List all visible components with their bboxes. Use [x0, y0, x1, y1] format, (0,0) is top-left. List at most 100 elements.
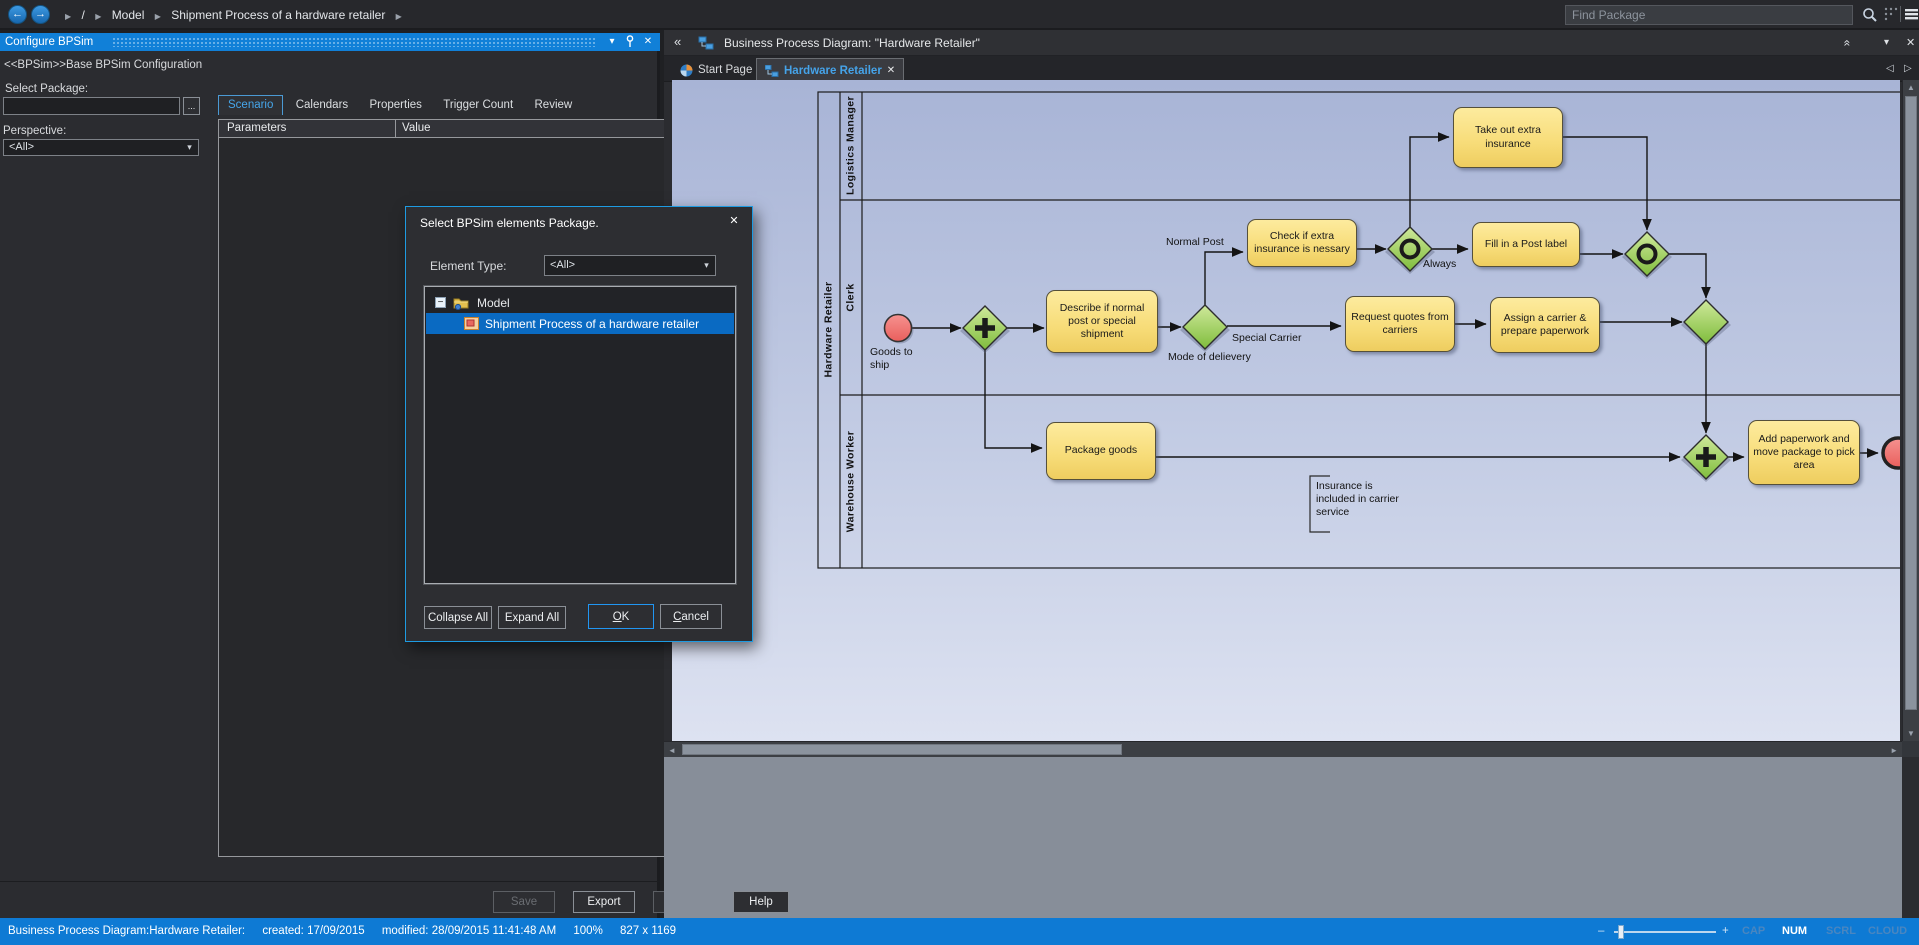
- tab-scroll-right-icon[interactable]: ▷: [1904, 63, 1912, 74]
- forward-button[interactable]: →: [31, 5, 50, 24]
- cancel-button[interactable]: Cancel: [660, 604, 722, 629]
- scroll-up-icon[interactable]: ▲: [1903, 83, 1919, 92]
- gateway-exclusive-merge[interactable]: [1684, 300, 1728, 344]
- toggle-num-lock[interactable]: NUM: [1782, 918, 1807, 945]
- tab-scroll-left-icon[interactable]: ◁: [1886, 63, 1894, 74]
- task-describe-shipment[interactable]: Describe if normal post or special shipm…: [1046, 290, 1158, 353]
- ok-button[interactable]: OK: [588, 604, 654, 629]
- tab-properties[interactable]: Properties: [361, 96, 431, 115]
- header-dropdown-icon[interactable]: ▾: [1884, 37, 1889, 48]
- column-value[interactable]: Value: [395, 120, 431, 137]
- horizontal-scroll-thumb[interactable]: [682, 744, 1122, 755]
- breadcrumb-sep-icon: ▶: [65, 12, 71, 21]
- breadcrumb-item-model[interactable]: Model: [112, 8, 145, 22]
- task-package-goods[interactable]: Package goods: [1046, 422, 1156, 480]
- breadcrumb-sep-icon: ▶: [396, 12, 402, 21]
- tab-close-icon[interactable]: ✕: [887, 65, 895, 76]
- save-button[interactable]: Save: [493, 891, 555, 913]
- scroll-left-icon[interactable]: ◄: [668, 746, 676, 755]
- task-add-paperwork[interactable]: Add paperwork and move package to pick a…: [1748, 420, 1860, 485]
- close-icon[interactable]: ✕: [640, 35, 656, 49]
- task-take-out-insurance[interactable]: Take out extra insurance: [1453, 107, 1563, 168]
- scroll-down-icon[interactable]: ▼: [1903, 729, 1919, 738]
- tree-item-shipment-process[interactable]: Shipment Process of a hardware retailer: [426, 313, 734, 334]
- breadcrumb-item-package[interactable]: Shipment Process of a hardware retailer: [171, 8, 385, 22]
- tab-review[interactable]: Review: [526, 96, 582, 115]
- bpsim-stereotype: <<BPSim>>Base BPSim Configuration: [4, 59, 202, 71]
- diagram-tabbar: Start Page Hardware Retailer ✕ ◁ ▷: [664, 56, 1919, 82]
- breadcrumb: ▶ / ▶ Model ▶ Shipment Process of a hard…: [58, 8, 409, 22]
- zoom-slider-thumb[interactable]: [1618, 925, 1624, 939]
- tree-item-label: Model: [477, 296, 510, 310]
- header-close-icon[interactable]: ✕: [1906, 36, 1915, 49]
- scroll-right-icon[interactable]: ►: [1890, 746, 1898, 755]
- find-package-input[interactable]: [1565, 5, 1853, 25]
- task-check-insurance[interactable]: Check if extra insurance is nessary: [1247, 219, 1357, 267]
- search-icon[interactable]: [1862, 7, 1878, 23]
- tab-scenario[interactable]: Scenario: [218, 95, 283, 115]
- breadcrumb-sep-icon: ▶: [95, 12, 101, 21]
- zoom-out-icon[interactable]: –: [1598, 918, 1604, 945]
- menu-hamburger-icon[interactable]: [1905, 7, 1919, 21]
- zoom-slider-track[interactable]: [1614, 931, 1716, 933]
- start-event-goods-to-ship[interactable]: [885, 315, 912, 342]
- tab-calendars[interactable]: Calendars: [287, 96, 357, 115]
- breadcrumb-root[interactable]: /: [82, 8, 85, 22]
- gateway-inclusive-merge[interactable]: [1625, 232, 1669, 276]
- start-page-icon: [680, 64, 693, 77]
- browse-package-button[interactable]: ...: [183, 97, 200, 115]
- bpmn-diagram-icon: [464, 317, 479, 330]
- horizontal-scrollbar[interactable]: ◄ ►: [664, 741, 1902, 757]
- tab-start-page[interactable]: Start Page: [672, 58, 760, 82]
- task-fill-post-label[interactable]: Fill in a Post label: [1472, 222, 1580, 267]
- export-button[interactable]: Export: [573, 891, 635, 913]
- window-dropdown-icon[interactable]: ▾: [604, 35, 620, 49]
- diagram-canvas[interactable]: Hardware Retailer Logistics Manager Cler…: [672, 80, 1900, 741]
- select-package-label: Select Package:: [5, 83, 88, 95]
- zoom-in-icon[interactable]: +: [1722, 918, 1729, 945]
- help-button[interactable]: Help: [733, 891, 789, 913]
- gateway-mode-of-delivery[interactable]: [1183, 305, 1227, 349]
- footer-divider: [0, 881, 660, 882]
- task-assign-carrier[interactable]: Assign a carrier & prepare paperwork: [1490, 297, 1600, 353]
- expand-all-button[interactable]: Expand All: [498, 606, 566, 629]
- pool-label: Hardware Retailer: [823, 275, 836, 385]
- end-event[interactable]: [1883, 438, 1900, 468]
- collapse-all-button[interactable]: Collapse All: [424, 606, 492, 629]
- element-type-label: Element Type:: [430, 259, 507, 273]
- column-parameters[interactable]: Parameters: [219, 122, 286, 134]
- tree-item-model[interactable]: − Model: [426, 292, 734, 313]
- empty-dock-area: [664, 757, 1902, 918]
- element-type-value: <All>: [550, 259, 575, 271]
- perspective-select[interactable]: <All> ▾: [3, 139, 199, 156]
- pin-icon[interactable]: [622, 35, 638, 49]
- tree-item-label: Shipment Process of a hardware retailer: [485, 317, 699, 331]
- dialog-close-icon[interactable]: ✕: [726, 213, 742, 229]
- element-type-select[interactable]: <All> ▾: [544, 255, 716, 276]
- tab-trigger-count[interactable]: Trigger Count: [434, 96, 522, 115]
- tab-hardware-retailer[interactable]: Hardware Retailer ✕: [756, 58, 904, 82]
- tab-hardware-retailer-label: Hardware Retailer: [784, 65, 882, 77]
- auto-hide-pin-icon[interactable]: «: [1840, 40, 1854, 47]
- diagram-header-title: Business Process Diagram: "Hardware Reta…: [724, 36, 980, 50]
- toggle-scroll-lock[interactable]: SCRL: [1826, 918, 1856, 945]
- toggle-caps-lock[interactable]: CAP: [1742, 918, 1765, 945]
- back-button[interactable]: ←: [8, 5, 27, 24]
- scrollbar-corner: [1902, 741, 1919, 757]
- toggle-cloud[interactable]: CLOUD: [1868, 918, 1907, 945]
- diagram-header: « Business Process Diagram: "Hardware Re…: [664, 30, 1919, 56]
- vertical-scroll-thumb[interactable]: [1905, 96, 1917, 710]
- lane-label-clerk: Clerk: [845, 243, 858, 353]
- status-doc: Business Process Diagram:Hardware Retail…: [8, 925, 245, 937]
- toolbar-divider: [1900, 6, 1901, 22]
- vertical-scrollbar[interactable]: ▲ ▼: [1902, 80, 1919, 741]
- grid-dots-icon[interactable]: [1884, 7, 1898, 21]
- collapse-panel-icon[interactable]: «: [674, 34, 681, 49]
- label-goods-to-ship: Goods to ship: [870, 346, 930, 372]
- task-request-quotes[interactable]: Request quotes from carriers: [1345, 296, 1455, 352]
- select-package-input[interactable]: [3, 97, 180, 115]
- breadcrumb-sep-icon: ▶: [155, 12, 161, 21]
- bpsim-tabbar: Scenario Calendars Properties Trigger Co…: [218, 95, 581, 115]
- status-created: created: 17/09/2015: [262, 925, 364, 937]
- collapse-expander-icon[interactable]: −: [435, 297, 446, 308]
